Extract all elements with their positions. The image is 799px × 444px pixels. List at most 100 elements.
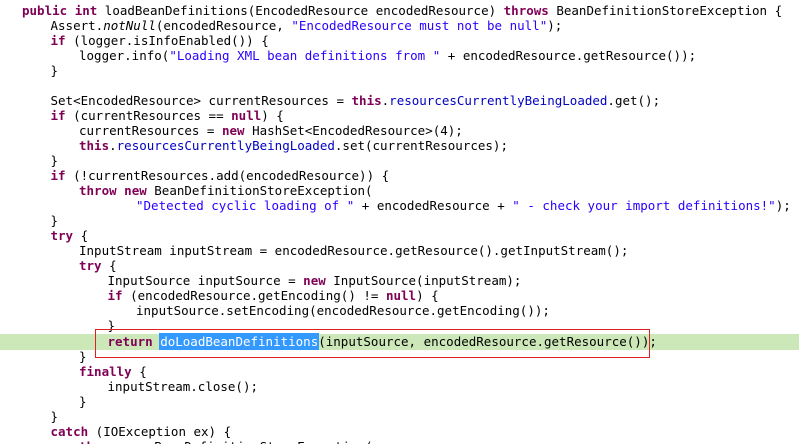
code-line-text: finally { (79, 364, 147, 379)
code-line[interactable]: } (0, 213, 799, 228)
code-line[interactable]: Set<EncodedResource> currentResources = … (0, 93, 799, 108)
code-line[interactable]: Assert.notNull(encodedResource, "Encoded… (0, 18, 799, 33)
code-line-current[interactable]: return doLoadBeanDefinitions(inputSource… (0, 333, 799, 350)
code-token: ); (547, 18, 563, 33)
code-line[interactable]: try { (0, 258, 799, 273)
code-token: if (107, 288, 123, 303)
code-token: new (124, 183, 147, 198)
code-token: ) { (416, 288, 439, 303)
code-token: public (22, 3, 68, 18)
code-token: Set<EncodedResource> currentResources = (50, 93, 352, 108)
code-token: resourcesCurrentlyBeingLoaded (389, 93, 608, 108)
code-token: try (50, 228, 74, 243)
code-line[interactable]: } (0, 153, 799, 168)
code-line[interactable]: "Detected cyclic loading of " + encodedR… (0, 198, 799, 213)
code-token: (inputSource, encodedResource.getResourc… (318, 334, 657, 349)
code-line[interactable]: InputSource inputSource = new InputSourc… (0, 273, 799, 288)
code-token: null (385, 288, 417, 303)
code-line[interactable]: currentResources = new HashSet<EncodedRe… (0, 123, 799, 138)
code-token: null (231, 108, 262, 123)
code-token: . (109, 138, 117, 153)
code-token: resourcesCurrentlyBeingLoaded (116, 138, 335, 153)
code-token: throw (79, 439, 117, 444)
code-token: + encodedResource.getResource()); (440, 48, 697, 63)
code-token: throw (79, 183, 117, 198)
code-line[interactable]: if (encodedResource.getEncoding() != nul… (0, 288, 799, 303)
code-line[interactable]: inputStream.close(); (0, 379, 799, 394)
code-token: (IOException ex) { (88, 424, 232, 439)
code-line[interactable]: throw new BeanDefinitionStoreException( (0, 439, 799, 444)
code-line[interactable]: inputSource.setEncoding(encodedResource.… (0, 303, 799, 318)
code-line[interactable]: catch (IOException ex) { (0, 424, 799, 439)
code-token: (encodedResource, (155, 18, 292, 33)
code-line[interactable]: if (currentResources == null) { (0, 108, 799, 123)
code-line[interactable]: if (!currentResources.add(encodedResourc… (0, 168, 799, 183)
code-line[interactable]: this.resourcesCurrentlyBeingLoaded.set(c… (0, 138, 799, 153)
code-token: } (50, 63, 59, 78)
code-token: ); (775, 198, 791, 213)
code-line[interactable]: if (logger.isInfoEnabled()) { (0, 33, 799, 48)
code-line-text: inputStream.close(); (108, 379, 259, 394)
code-token: try (79, 258, 102, 273)
code-token: throws (503, 3, 549, 18)
code-token: inputStream.close(); (107, 379, 259, 394)
code-line[interactable]: throw new BeanDefinitionStoreException( (0, 183, 799, 198)
code-line-text: } (51, 153, 59, 168)
code-line[interactable]: } (0, 318, 799, 333)
code-token: HashSet<EncodedResource>(4); (244, 123, 463, 138)
code-token: } (79, 349, 87, 364)
code-line[interactable]: logger.info("Loading XML bean definition… (0, 48, 799, 63)
code-line[interactable]: } (0, 394, 799, 409)
code-token: logger.info( (79, 48, 170, 63)
code-token: new (303, 273, 326, 288)
code-line[interactable]: } (0, 349, 799, 364)
code-line-text: Assert.notNull(encodedResource, "Encoded… (51, 18, 563, 33)
code-token: loadBeanDefinitions(EncodedResource enco… (97, 3, 504, 18)
code-line-text: } (108, 318, 116, 333)
code-token: } (50, 213, 59, 228)
code-token: .get(); (607, 93, 661, 108)
code-line-text: } (79, 349, 87, 364)
code-token: + encodedResource + (354, 198, 513, 213)
code-token: inputSource.setEncoding(encodedResource.… (136, 303, 550, 318)
code-token: new (222, 123, 245, 138)
code-token: "Loading XML bean definitions from " (169, 48, 441, 63)
code-line-text: throw new BeanDefinitionStoreException( (79, 183, 373, 198)
code-token: (!currentResources.add(encodedResource))… (65, 168, 390, 183)
code-line-text: } (51, 409, 59, 424)
code-line[interactable]: finally { (0, 364, 799, 379)
code-line[interactable]: InputStream inputStream = encodedResourc… (0, 243, 799, 258)
code-line-text: throw new BeanDefinitionStoreException( (79, 439, 373, 444)
code-line-text: } (51, 63, 59, 78)
code-token: } (107, 318, 116, 333)
code-token: this (351, 93, 382, 108)
code-token: currentResources = (79, 123, 222, 138)
code-token: return (107, 334, 153, 349)
code-line-text: catch (IOException ex) { (51, 424, 232, 439)
code-line[interactable]: try { (0, 228, 799, 243)
code-line-text: "Detected cyclic loading of " + encodedR… (136, 198, 791, 213)
code-line-text: if (encodedResource.getEncoding() != nul… (108, 288, 439, 303)
code-token: " - check your import definitions!" (512, 198, 776, 213)
code-line-text: this.resourcesCurrentlyBeingLoaded.set(c… (79, 138, 508, 153)
code-token: ) { (261, 108, 284, 123)
code-line-text: currentResources = new HashSet<EncodedRe… (79, 123, 463, 138)
code-token: { (73, 228, 89, 243)
code-token: (currentResources == (65, 108, 232, 123)
code-token: } (79, 394, 87, 409)
code-line[interactable]: } (0, 409, 799, 424)
code-line[interactable]: public int loadBeanDefinitions(EncodedRe… (0, 3, 799, 18)
code-token: { (131, 364, 147, 379)
code-token: (logger.isInfoEnabled()) { (65, 33, 269, 48)
code-token: int (74, 3, 98, 18)
code-line-text: if (!currentResources.add(encodedResourc… (51, 168, 390, 183)
code-token: .set(currentResources); (334, 138, 508, 153)
code-line[interactable] (0, 78, 799, 93)
code-line-text: logger.info("Loading XML bean definition… (79, 48, 696, 63)
code-token: InputStream inputStream = encodedResourc… (79, 243, 629, 258)
code-token: catch (50, 424, 89, 439)
code-line[interactable]: } (0, 63, 799, 78)
code-token: if (50, 168, 66, 183)
code-editor[interactable]: public int loadBeanDefinitions(EncodedRe… (0, 0, 799, 444)
